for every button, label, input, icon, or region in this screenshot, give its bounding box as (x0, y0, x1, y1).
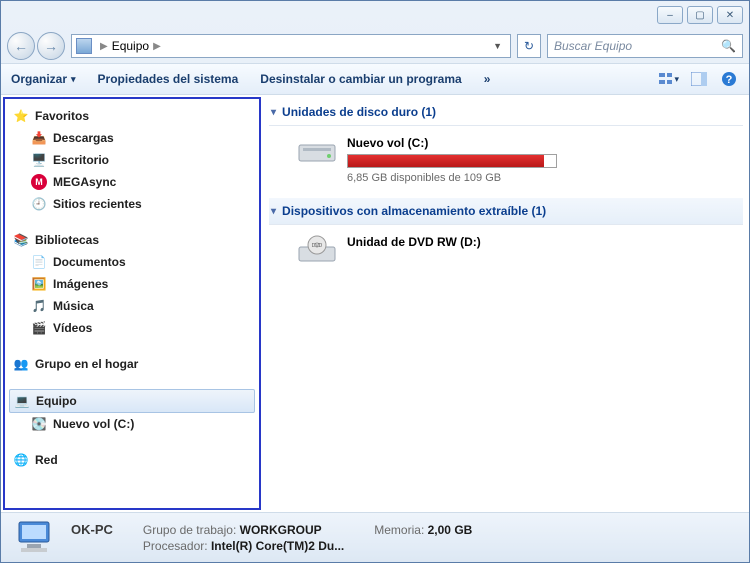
sidebar-item-pictures[interactable]: 🖼️Imágenes (9, 273, 255, 295)
caret-down-icon: ▾ (271, 206, 276, 217)
section-hard-drives[interactable]: ▾ Unidades de disco duro (1) (269, 99, 743, 126)
dvd-drive-icon: DVD (297, 235, 337, 265)
forward-button[interactable]: → (37, 32, 65, 60)
drive-info: Unidad de DVD RW (D:) (347, 235, 481, 253)
computer-icon (76, 38, 92, 54)
hard-drive-icon (297, 136, 337, 166)
sidebar-homegroup[interactable]: 👥 Grupo en el hogar (9, 353, 255, 375)
preview-pane-button[interactable] (689, 69, 709, 89)
sidebar-item-megasync[interactable]: MMEGAsync (9, 171, 255, 193)
computer-large-icon (13, 518, 57, 558)
download-icon: 📥 (31, 130, 47, 146)
pc-name: OK-PC (71, 522, 113, 537)
address-bar[interactable]: ▶ Equipo ▶ ▼ (71, 34, 511, 58)
sidebar-item-downloads[interactable]: 📥Descargas (9, 127, 255, 149)
titlebar: – ▢ ✕ (1, 1, 749, 29)
system-properties-button[interactable]: Propiedades del sistema (98, 72, 239, 86)
homegroup-icon: 👥 (13, 356, 29, 372)
libraries-icon: 📚 (13, 232, 29, 248)
computer-icon: 💻 (14, 393, 30, 409)
drive-capacity-text: 6,85 GB disponibles de 109 GB (347, 172, 557, 184)
drive-name: Nuevo vol (C:) (347, 136, 557, 150)
sidebar-network[interactable]: 🌐 Red (9, 449, 255, 471)
content-pane: ▾ Unidades de disco duro (1) Nuevo vol (… (263, 95, 749, 512)
svg-text:?: ? (726, 74, 733, 86)
svg-text:DVD: DVD (312, 243, 323, 249)
drive-name: Unidad de DVD RW (D:) (347, 235, 481, 249)
sidebar-item-drive-c[interactable]: 💽Nuevo vol (C:) (9, 413, 255, 435)
search-icon: 🔍 (721, 39, 736, 53)
sidebar-favorites[interactable]: ⭐ Favoritos (9, 105, 255, 127)
breadcrumb-item[interactable]: Equipo (112, 39, 149, 53)
desktop-icon: 🖥️ (31, 152, 47, 168)
navbar: ← → ▶ Equipo ▶ ▼ ↻ Buscar Equipo 🔍 (1, 29, 749, 63)
refresh-button[interactable]: ↻ (517, 34, 541, 58)
drive-item-c[interactable]: Nuevo vol (C:) 6,85 GB disponibles de 10… (269, 126, 743, 198)
body: ⭐ Favoritos 📥Descargas 🖥️Escritorio MMEG… (1, 95, 749, 512)
chevron-right-icon: ▶ (96, 41, 112, 52)
nav-buttons: ← → (7, 32, 65, 60)
view-options-button[interactable]: ▾ (659, 69, 679, 89)
sidebar-computer[interactable]: 💻 Equipo (9, 389, 255, 413)
pane-icon (691, 72, 707, 86)
star-icon: ⭐ (13, 108, 29, 124)
sidebar-libraries[interactable]: 📚 Bibliotecas (9, 229, 255, 251)
back-button[interactable]: ← (7, 32, 35, 60)
toolbar: Organizar▾ Propiedades del sistema Desin… (1, 63, 749, 95)
details-pane: OK-PC Grupo de trabajo: WORKGROUP Memori… (1, 512, 749, 562)
sidebar-item-desktop[interactable]: 🖥️Escritorio (9, 149, 255, 171)
maximize-button[interactable]: ▢ (687, 6, 713, 24)
minimize-icon: – (667, 10, 673, 21)
documents-icon: 📄 (31, 254, 47, 270)
drive-info: Nuevo vol (C:) 6,85 GB disponibles de 10… (347, 136, 557, 184)
sidebar-item-videos[interactable]: 🎬Vídeos (9, 317, 255, 339)
sidebar-item-music[interactable]: 🎵Música (9, 295, 255, 317)
chevron-right-icon: ▶ (149, 41, 165, 52)
address-dropdown-icon[interactable]: ▼ (489, 41, 506, 51)
close-button[interactable]: ✕ (717, 6, 743, 24)
drive-item-dvd[interactable]: DVD Unidad de DVD RW (D:) (269, 225, 743, 279)
music-icon: 🎵 (31, 298, 47, 314)
drive-icon: 💽 (31, 416, 47, 432)
help-button[interactable]: ? (719, 69, 739, 89)
mega-icon: M (31, 174, 47, 190)
navigation-pane: ⭐ Favoritos 📥Descargas 🖥️Escritorio MMEG… (3, 97, 261, 510)
capacity-bar (347, 154, 557, 168)
view-icon (659, 72, 672, 86)
help-icon: ? (721, 71, 737, 87)
maximize-icon: ▢ (695, 10, 704, 21)
pictures-icon: 🖼️ (31, 276, 47, 292)
recent-icon: 🕘 (31, 196, 47, 212)
sidebar-item-documents[interactable]: 📄Documentos (9, 251, 255, 273)
videos-icon: 🎬 (31, 320, 47, 336)
toolbar-overflow[interactable]: » (484, 72, 491, 86)
minimize-button[interactable]: – (657, 6, 683, 24)
section-removable[interactable]: ▾ Dispositivos con almacenamiento extraí… (269, 198, 743, 225)
caret-down-icon: ▾ (271, 107, 276, 118)
sidebar-item-recent[interactable]: 🕘Sitios recientes (9, 193, 255, 215)
network-icon: 🌐 (13, 452, 29, 468)
organize-menu[interactable]: Organizar▾ (11, 72, 76, 86)
search-placeholder: Buscar Equipo (554, 39, 632, 53)
explorer-window: – ▢ ✕ ← → ▶ Equipo ▶ ▼ ↻ Buscar Equipo 🔍… (0, 0, 750, 563)
search-input[interactable]: Buscar Equipo 🔍 (547, 34, 743, 58)
close-icon: ✕ (726, 10, 734, 21)
uninstall-program-button[interactable]: Desinstalar o cambiar un programa (260, 72, 461, 86)
